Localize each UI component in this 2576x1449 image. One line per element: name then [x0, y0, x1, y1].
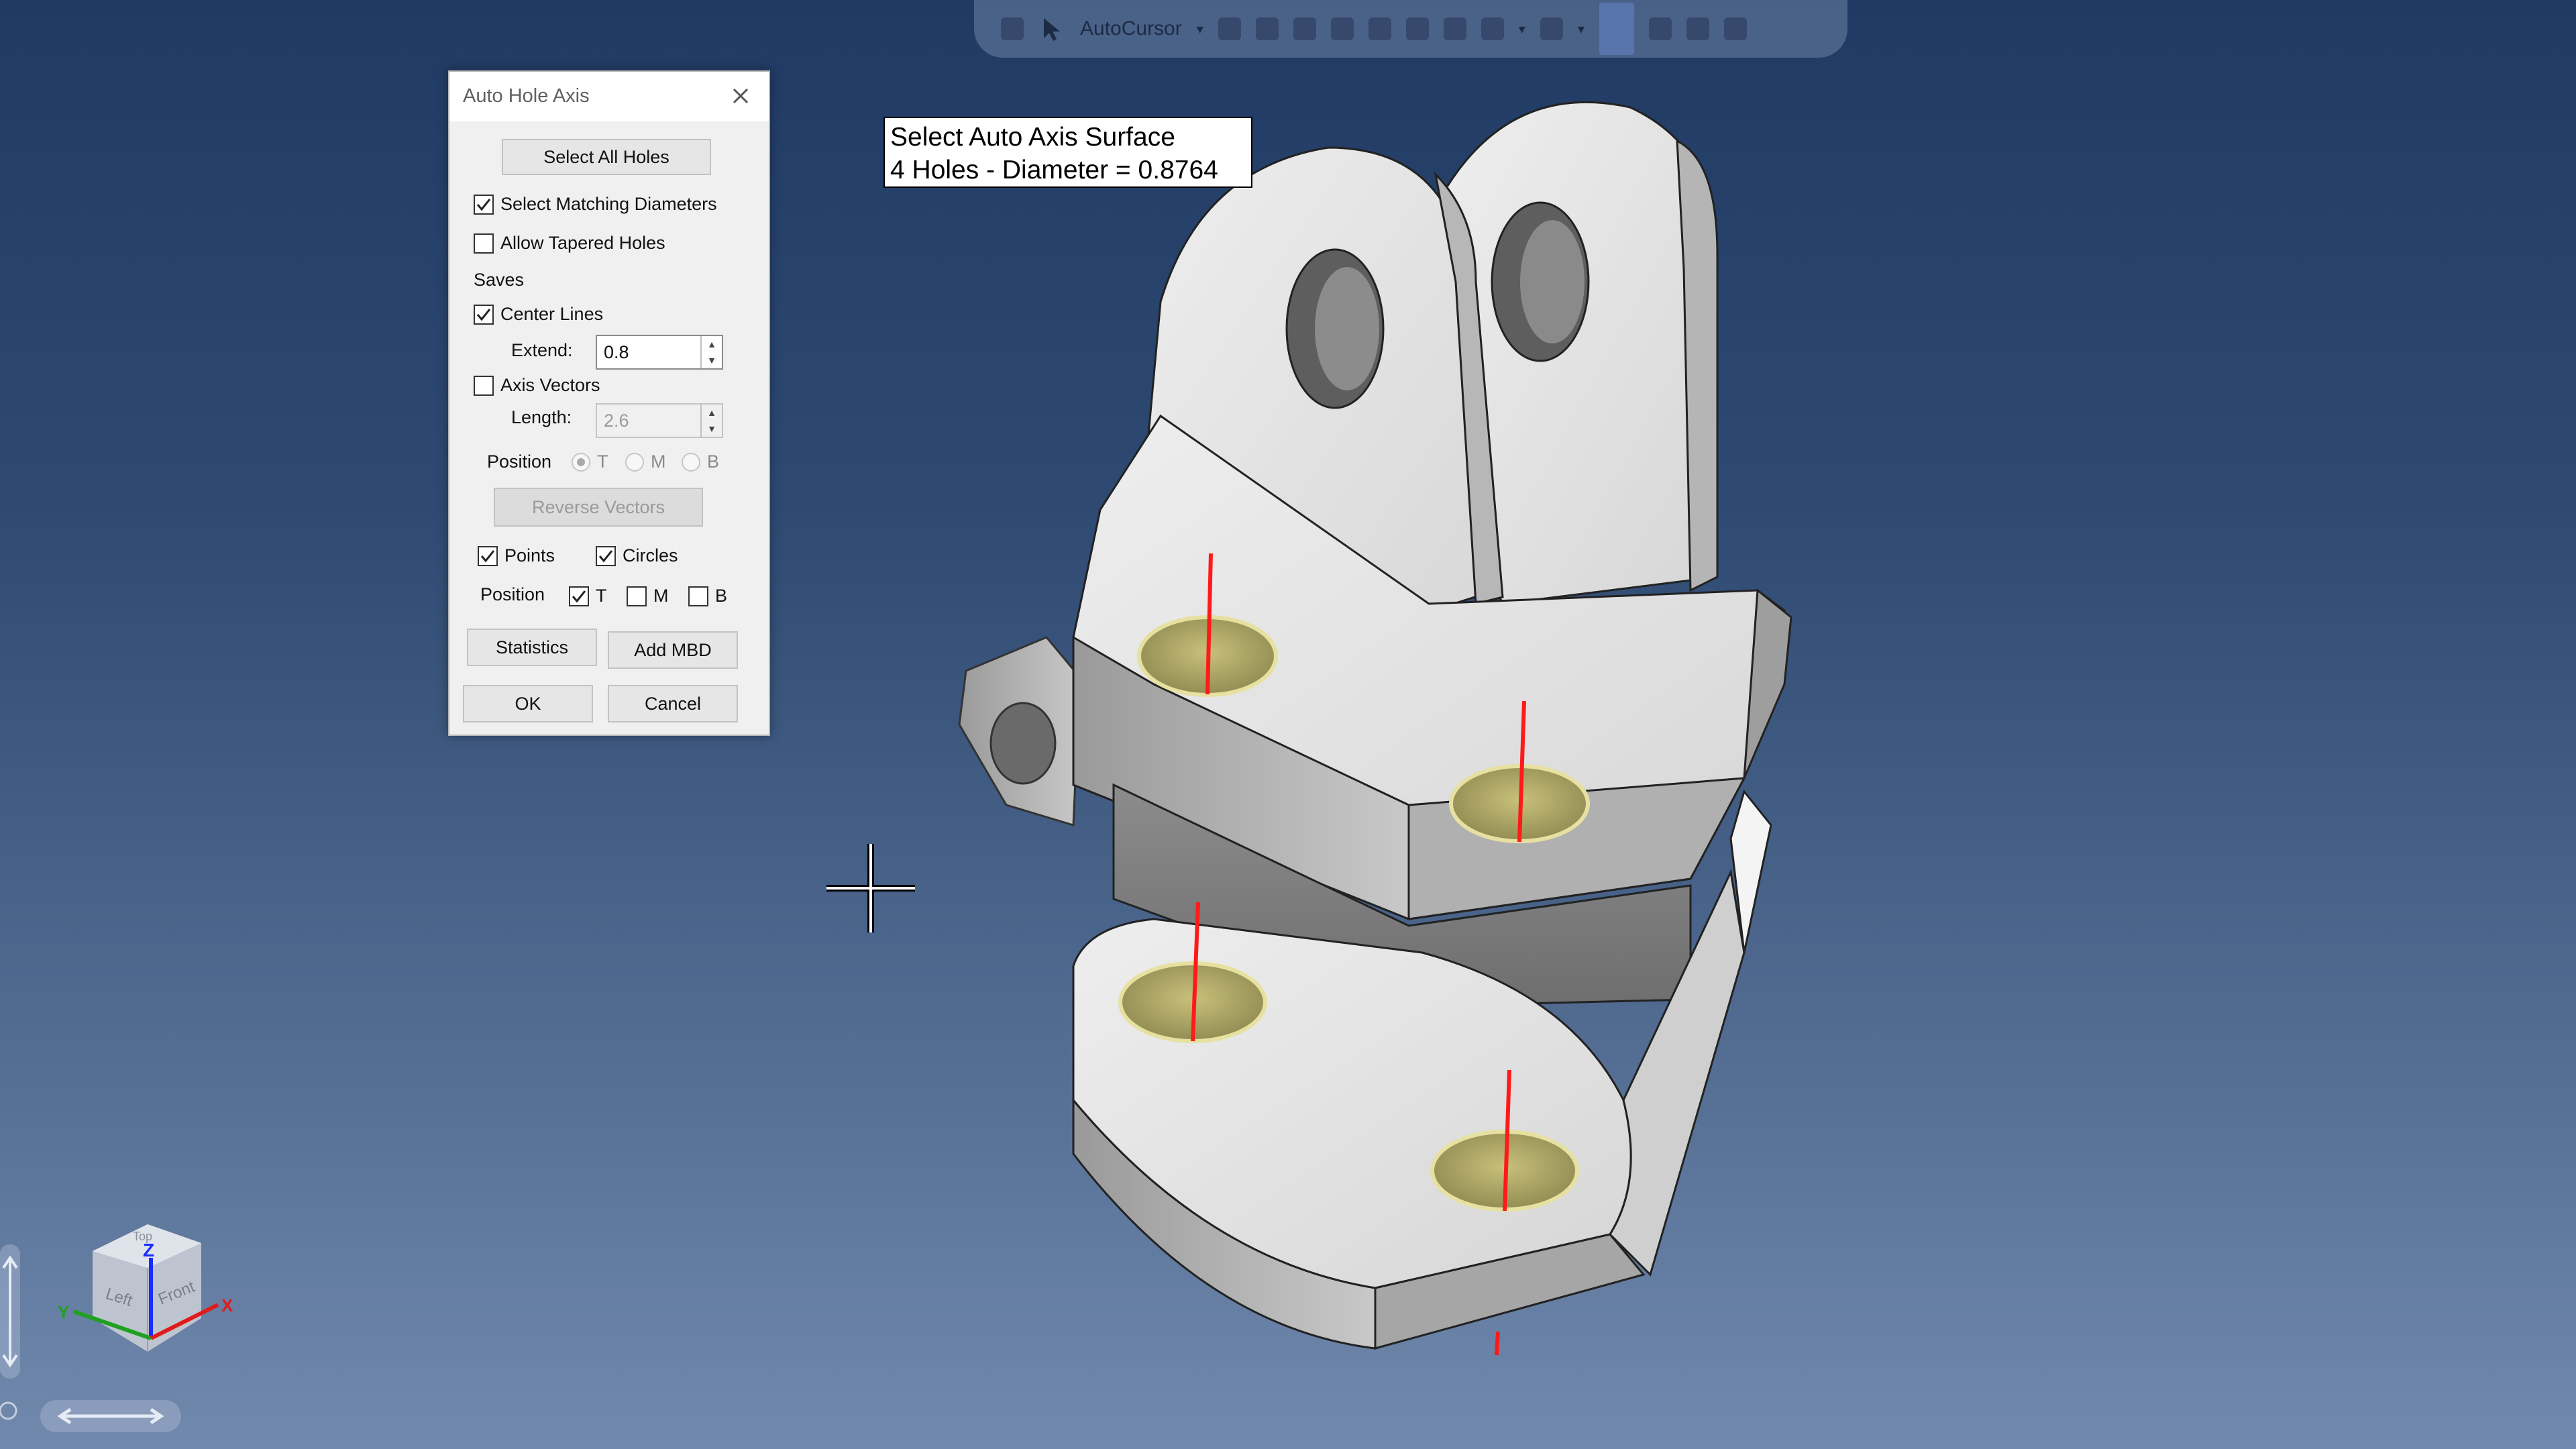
- point-position-m-checkbox[interactable]: [627, 586, 647, 606]
- point-position-t[interactable]: T: [569, 586, 607, 606]
- extend-value[interactable]: 0.8: [604, 342, 629, 363]
- refresh-icon[interactable]: [1686, 17, 1709, 40]
- statistics-button[interactable]: Statistics: [467, 629, 597, 666]
- rotate-icon[interactable]: [1648, 17, 1672, 40]
- spin-up-icon[interactable]: ▲: [702, 336, 722, 352]
- axis-vectors-label: Axis Vectors: [500, 375, 600, 395]
- selection-info-box: Select Auto Axis Surface 4 Holes - Diame…: [883, 117, 1252, 188]
- length-label: Length:: [511, 407, 572, 427]
- vector-position-b-label: B: [707, 451, 720, 472]
- point-position-b-label: B: [715, 586, 728, 606]
- wireframe-icon[interactable]: [1481, 17, 1504, 40]
- x-axis-label: X: [221, 1295, 233, 1316]
- chevron-down-icon[interactable]: ▾: [1519, 21, 1525, 38]
- pointer-icon[interactable]: [1293, 17, 1316, 40]
- saves-section-label: Saves: [474, 270, 525, 290]
- extend-label: Extend:: [511, 340, 573, 360]
- pan-arrows-icon: [57, 1407, 164, 1425]
- layers-icon[interactable]: [1368, 17, 1391, 40]
- point-position-t-label: T: [596, 586, 607, 606]
- ok-button[interactable]: OK: [463, 685, 593, 722]
- vector-position-b[interactable]: B: [682, 451, 719, 472]
- view-cube[interactable]: Z Y X Left Front Top: [54, 1204, 255, 1365]
- vector-position-t-label: T: [597, 451, 608, 472]
- info-line-2: 4 Holes - Diameter = 0.8764: [890, 156, 1218, 184]
- center-lines-label: Center Lines: [500, 304, 604, 324]
- active-mode-icon[interactable]: [1599, 3, 1634, 55]
- vector-position-b-radio[interactable]: [682, 452, 700, 472]
- 3d-viewport[interactable]: AutoCursor ▾ ▾ ▾ Select Auto Axis Surfac…: [0, 0, 2576, 1449]
- grid-icon[interactable]: [1540, 17, 1563, 40]
- undo-icon[interactable]: [1723, 17, 1747, 40]
- auto-hole-axis-dialog: Auto Hole Axis Select All Holes Select M…: [448, 70, 770, 736]
- vector-position-m-label: M: [651, 451, 666, 472]
- autocursor-label[interactable]: AutoCursor: [1080, 17, 1182, 40]
- axis-vectors-row[interactable]: Axis Vectors: [474, 375, 600, 396]
- top-face-label[interactable]: Top: [133, 1230, 152, 1243]
- group-icon[interactable]: [1405, 17, 1429, 40]
- part-model[interactable]: [0, 0, 2576, 1449]
- center-lines-row[interactable]: Center Lines: [474, 304, 603, 325]
- extend-spinbox[interactable]: 0.8 ▲ ▼: [596, 335, 723, 370]
- length-value[interactable]: 2.6: [604, 411, 629, 431]
- length-spinbox[interactable]: 2.6 ▲ ▼: [596, 403, 723, 438]
- point-position-t-checkbox[interactable]: [569, 586, 589, 606]
- point-position-b-checkbox[interactable]: [688, 586, 708, 606]
- select-matching-diameters-label: Select Matching Diameters: [500, 194, 717, 214]
- reverse-vectors-button[interactable]: Reverse Vectors: [494, 488, 703, 527]
- vector-position-t-radio[interactable]: [572, 452, 590, 472]
- extend-spin-buttons[interactable]: ▲ ▼: [700, 336, 722, 368]
- snap-icon[interactable]: [1255, 17, 1279, 40]
- points-row[interactable]: Points: [478, 545, 555, 566]
- shade-icon[interactable]: [1443, 17, 1466, 40]
- cancel-button[interactable]: Cancel: [608, 685, 738, 722]
- y-axis-label: Y: [58, 1302, 69, 1322]
- vector-position-m[interactable]: M: [625, 451, 666, 472]
- crosshair-cursor-icon: [826, 844, 915, 932]
- circles-checkbox[interactable]: [596, 545, 616, 566]
- filter-icon[interactable]: [1330, 17, 1354, 40]
- select-all-holes-button[interactable]: Select All Holes: [502, 139, 711, 175]
- length-spin-buttons[interactable]: ▲ ▼: [700, 405, 722, 437]
- select-matching-diameters-checkbox[interactable]: [474, 194, 494, 215]
- close-icon[interactable]: [724, 80, 757, 112]
- dialog-titlebar[interactable]: Auto Hole Axis: [449, 72, 769, 121]
- vertical-pan-control[interactable]: [0, 1244, 20, 1379]
- info-line-1: Select Auto Axis Surface: [890, 123, 1175, 152]
- print-icon[interactable]: [1001, 17, 1024, 40]
- center-lines-checkbox[interactable]: [474, 304, 494, 325]
- point-position-b[interactable]: B: [688, 586, 727, 606]
- chevron-down-icon[interactable]: ▾: [1578, 21, 1585, 38]
- point-position-m[interactable]: M: [627, 586, 669, 606]
- select-matching-diameters-row[interactable]: Select Matching Diameters: [474, 194, 717, 215]
- spin-down-icon[interactable]: ▼: [702, 421, 722, 437]
- rotate-view-icon[interactable]: [0, 1399, 24, 1423]
- dialog-title: Auto Hole Axis: [463, 85, 590, 107]
- allow-tapered-holes-checkbox[interactable]: [474, 233, 494, 254]
- select-arrow-icon[interactable]: [1038, 15, 1065, 42]
- chevron-down-icon[interactable]: ▾: [1197, 21, 1203, 38]
- axis-vectors-checkbox[interactable]: [474, 375, 494, 396]
- allow-tapered-holes-label: Allow Tapered Holes: [500, 233, 665, 253]
- vector-position-m-radio[interactable]: [625, 452, 644, 472]
- add-mbd-button[interactable]: Add MBD: [608, 631, 738, 669]
- vector-position-label: Position: [487, 451, 552, 472]
- point-position-label: Position: [480, 584, 545, 604]
- spin-up-icon[interactable]: ▲: [702, 405, 722, 421]
- top-toolbar: AutoCursor ▾ ▾ ▾: [974, 0, 1847, 58]
- allow-tapered-holes-row[interactable]: Allow Tapered Holes: [474, 233, 665, 254]
- points-label: Points: [504, 545, 555, 566]
- spin-down-icon[interactable]: ▼: [702, 352, 722, 368]
- circles-row[interactable]: Circles: [596, 545, 678, 566]
- point-position-m-label: M: [653, 586, 669, 606]
- circles-label: Circles: [623, 545, 678, 566]
- horizontal-pan-control[interactable]: [40, 1400, 181, 1432]
- points-checkbox[interactable]: [478, 545, 498, 566]
- xyz-icon[interactable]: [1218, 17, 1241, 40]
- vector-position-t[interactable]: T: [572, 451, 608, 472]
